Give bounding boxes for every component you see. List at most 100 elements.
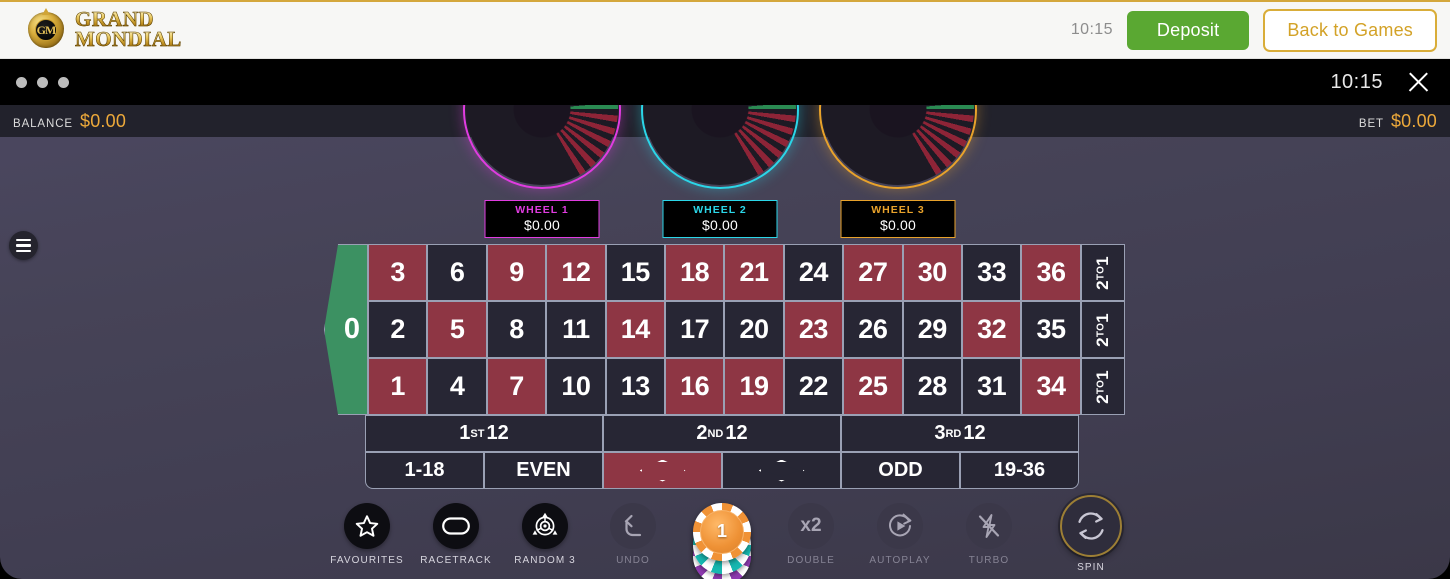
bet-cell-11[interactable]: 11 bbox=[546, 301, 606, 358]
bet-cell-8[interactable]: 8 bbox=[486, 301, 547, 358]
undo-button[interactable]: UNDO bbox=[583, 503, 683, 566]
dozen-ordinal: 3 bbox=[934, 422, 946, 444]
double-icon: x2 bbox=[788, 503, 834, 549]
balance-value: $0.00 bbox=[80, 110, 127, 131]
wheel-disc-icon bbox=[466, 105, 618, 185]
bet-cell-33[interactable]: 33 bbox=[961, 244, 1022, 301]
bet-cell-5[interactable]: 5 bbox=[427, 301, 487, 358]
autoplay-label: AUTOPLAY bbox=[869, 555, 931, 566]
bet-label: BET bbox=[1358, 117, 1384, 130]
game-clock: 10:15 bbox=[1330, 70, 1383, 93]
spin-button[interactable]: SPIN bbox=[1041, 495, 1141, 573]
spin-refresh-icon bbox=[1060, 495, 1122, 557]
bet-outside-odd[interactable]: ODD bbox=[841, 452, 960, 489]
turbo-button[interactable]: TURBO bbox=[939, 503, 1039, 566]
bet-cell-10[interactable]: 10 bbox=[546, 358, 606, 415]
autoplay-button[interactable]: AUTOPLAY bbox=[850, 503, 950, 566]
wheel-amount: $0.00 bbox=[879, 217, 917, 233]
bet-cell-7[interactable]: 7 bbox=[486, 358, 547, 415]
bet-cell-9[interactable]: 9 bbox=[486, 244, 547, 301]
bet-outside-19-36[interactable]: 19-36 bbox=[960, 452, 1079, 489]
bet-cell-17[interactable]: 17 bbox=[664, 301, 725, 358]
wheel-plate: WHEEL 1 $0.00 bbox=[484, 200, 600, 238]
bet-cell-18[interactable]: 18 bbox=[664, 244, 725, 301]
bet-column-2to1-row1[interactable]: 2TO1 bbox=[1080, 244, 1125, 301]
wheel-2: WHEEL 2 $0.00 bbox=[638, 105, 802, 239]
bet-cell-19[interactable]: 19 bbox=[724, 358, 784, 415]
hamburger-menu-icon[interactable] bbox=[9, 231, 38, 260]
col-tail: 1 bbox=[1092, 312, 1112, 323]
bet-cell-1[interactable]: 1 bbox=[368, 358, 428, 415]
bet-column-2to1-row3[interactable]: 2TO1 bbox=[1080, 358, 1125, 415]
bet-dozen-3[interactable]: 3 RD 12 bbox=[841, 415, 1079, 452]
dozen-bets-row: 1 ST 12 2 ND 12 3 RD 12 bbox=[365, 415, 1079, 452]
bet-cell-21[interactable]: 21 bbox=[724, 244, 784, 301]
double-label: DOUBLE bbox=[787, 555, 835, 566]
bet-cell-26[interactable]: 26 bbox=[843, 301, 903, 358]
bet-cell-16[interactable]: 16 bbox=[664, 358, 725, 415]
wheel-name: WHEEL 2 bbox=[693, 204, 747, 216]
bet-cell-15[interactable]: 15 bbox=[605, 244, 665, 301]
bet-cell-29[interactable]: 29 bbox=[902, 301, 962, 358]
brand-logo[interactable]: GM GRAND MONDIAL bbox=[26, 8, 182, 50]
bet-cell-34[interactable]: 34 bbox=[1021, 358, 1081, 415]
bet-outside-1-18[interactable]: 1-18 bbox=[365, 452, 484, 489]
turbo-label: TURBO bbox=[968, 555, 1010, 566]
casino-header-bar: GM GRAND MONDIAL 10:15 Deposit Back to G… bbox=[0, 0, 1450, 59]
wheel-plate: WHEEL 2 $0.00 bbox=[662, 200, 778, 238]
favourites-button[interactable]: FAVOURITES bbox=[317, 503, 417, 566]
bet-cell-31[interactable]: 31 bbox=[961, 358, 1022, 415]
back-to-games-button[interactable]: Back to Games bbox=[1263, 8, 1437, 52]
bet-cell-30[interactable]: 30 bbox=[902, 244, 962, 301]
bet-cell-4[interactable]: 4 bbox=[427, 358, 487, 415]
wheel-1: WHEEL 1 $0.00 bbox=[460, 105, 624, 239]
col-sup: TO bbox=[1095, 379, 1107, 394]
close-icon[interactable] bbox=[1405, 69, 1431, 95]
wheel-amount: $0.00 bbox=[701, 217, 739, 233]
bet-cell-35[interactable]: 35 bbox=[1021, 301, 1081, 358]
diamond-icon-black bbox=[758, 459, 805, 482]
bet-cell-24[interactable]: 24 bbox=[783, 244, 844, 301]
double-button[interactable]: x2 DOUBLE bbox=[761, 503, 861, 566]
brand-wordmark: GRAND MONDIAL bbox=[75, 9, 182, 50]
wheel-name: WHEEL 1 bbox=[515, 204, 569, 216]
dozen-sup: RD bbox=[945, 427, 962, 440]
turbo-bolt-icon bbox=[966, 503, 1012, 549]
bet-cell-25[interactable]: 25 bbox=[843, 358, 903, 415]
bet-cell-27[interactable]: 27 bbox=[843, 244, 903, 301]
bet-cell-28[interactable]: 28 bbox=[902, 358, 962, 415]
bet-cell-6[interactable]: 6 bbox=[427, 244, 487, 301]
bet-cell-23[interactable]: 23 bbox=[783, 301, 844, 358]
bet-column-2to1-row2[interactable]: 2TO1 bbox=[1080, 301, 1125, 358]
racetrack-button[interactable]: RACETRACK bbox=[406, 503, 506, 566]
bet-outside-red[interactable] bbox=[603, 452, 722, 489]
col-main: 2 bbox=[1092, 279, 1112, 290]
bet-dozen-1[interactable]: 1 ST 12 bbox=[365, 415, 603, 452]
deposit-button[interactable]: Deposit bbox=[1126, 10, 1250, 50]
wheel-3: WHEEL 3 $0.00 bbox=[816, 105, 980, 239]
bet-cell-32[interactable]: 32 bbox=[961, 301, 1022, 358]
bet-cell-14[interactable]: 14 bbox=[605, 301, 665, 358]
bet-cell-22[interactable]: 22 bbox=[783, 358, 844, 415]
col-main: 2 bbox=[1092, 336, 1112, 347]
casino-clock: 10:15 bbox=[1070, 21, 1113, 38]
col-sup: TO bbox=[1095, 265, 1107, 280]
wheels-row: WHEEL 1 $0.00 WHEEL 2 $0.00 WHEEL 3 $0.00 bbox=[460, 105, 980, 239]
game-stage: BALANCE $0.00 BET $0.00 WHEEL 1 $0.00 WHEE… bbox=[0, 105, 1450, 579]
random-button[interactable]: RANDOM 3 bbox=[495, 503, 595, 566]
bet-cell-12[interactable]: 12 bbox=[546, 244, 606, 301]
bet-dozen-2[interactable]: 2 ND 12 bbox=[603, 415, 841, 452]
bet-cell-13[interactable]: 13 bbox=[605, 358, 665, 415]
bet-outside-black[interactable] bbox=[722, 452, 841, 489]
bet-cell-3[interactable]: 3 bbox=[368, 244, 428, 301]
bet-cell-2[interactable]: 2 bbox=[368, 301, 428, 358]
diamond-icon-red bbox=[639, 459, 686, 482]
bet-value: $0.00 bbox=[1390, 110, 1437, 131]
dozen-ordinal: 2 bbox=[696, 422, 708, 444]
bet-outside-even[interactable]: EVEN bbox=[484, 452, 603, 489]
wheel-plate: WHEEL 3 $0.00 bbox=[840, 200, 956, 238]
bet-cell-20[interactable]: 20 bbox=[724, 301, 784, 358]
crest-icon: GM bbox=[26, 8, 66, 50]
bet-cell-36[interactable]: 36 bbox=[1021, 244, 1081, 301]
bet-cell-zero[interactable]: 0 bbox=[324, 244, 368, 415]
